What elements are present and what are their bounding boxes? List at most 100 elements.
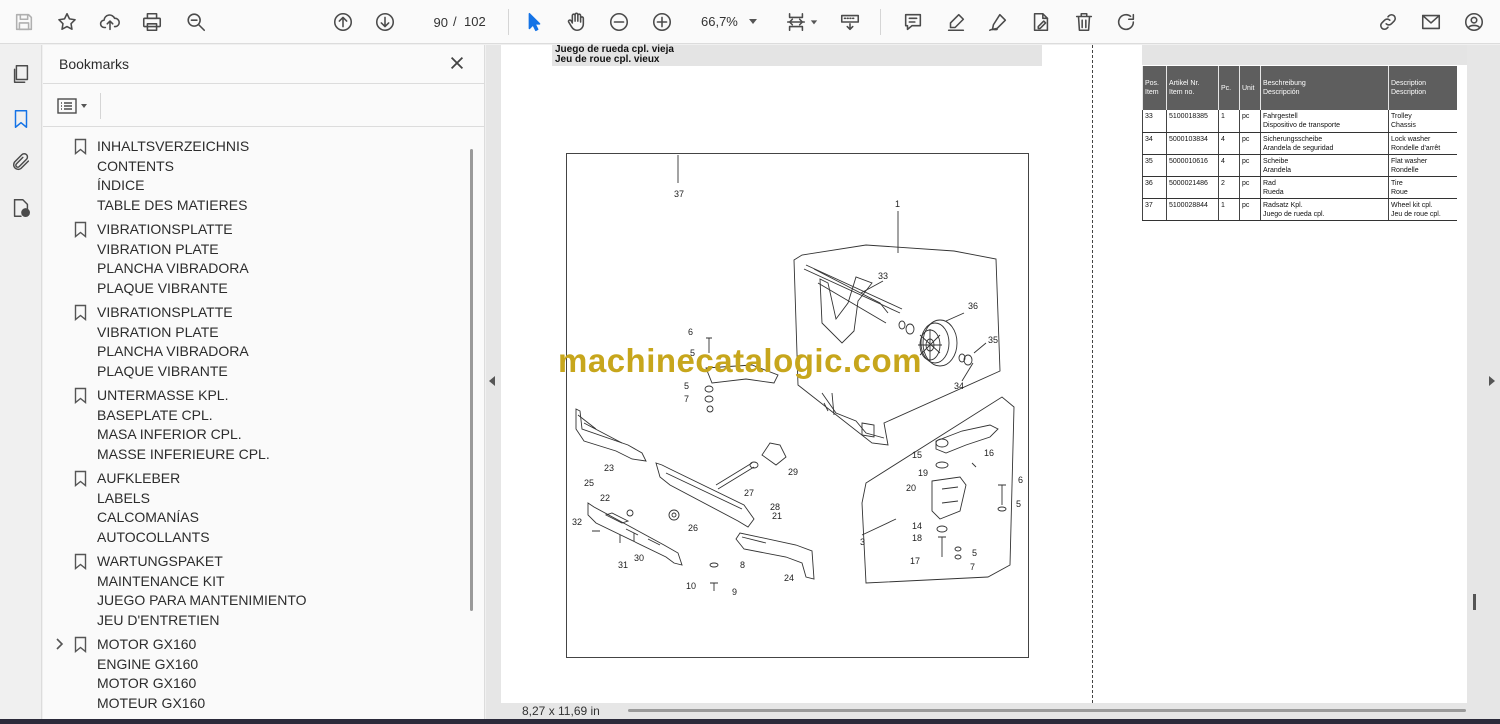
bookmark-item[interactable]: INHALTSVERZEICHNIS CONTENTS ÍNDICE TABLE DE… — [43, 137, 468, 215]
callout-number: 25 — [584, 478, 594, 488]
zoom-search-icon[interactable] — [181, 7, 211, 37]
callout-number: 18 — [912, 533, 922, 543]
bookmark-label: AUFKLEBER — [97, 470, 181, 486]
link-icon[interactable] — [1373, 7, 1403, 37]
print-icon[interactable] — [137, 7, 167, 37]
callout-number: 28 — [770, 502, 780, 512]
chevron-down-icon[interactable] — [808, 7, 820, 37]
vertical-scrollbar-thumb[interactable] — [1473, 594, 1476, 610]
cell-text: pc — [1242, 135, 1250, 143]
cell-text: Radsatz Kpl. — [1263, 201, 1303, 209]
cell-text: 2 — [1221, 179, 1225, 187]
callout-number: 6 — [688, 327, 693, 337]
mail-icon[interactable] — [1416, 7, 1446, 37]
page-number-input[interactable] — [414, 9, 448, 35]
zoom-in-icon[interactable] — [647, 7, 677, 37]
hand-icon[interactable] — [561, 7, 591, 37]
bookmark-options-button[interactable] — [57, 95, 93, 117]
table-cell: 36 — [1142, 176, 1167, 199]
collapse-left-icon[interactable] — [489, 376, 495, 386]
bookmark-label: UNTERMASSE KPL. — [97, 387, 229, 403]
table-cell: 37 — [1142, 198, 1167, 221]
cell-text: 35 — [1145, 157, 1153, 165]
table-cell: 33 — [1142, 110, 1167, 133]
table-cell: Tire Roue — [1388, 176, 1457, 199]
expand-right-icon[interactable] — [1489, 376, 1495, 386]
table-cell: 34 — [1142, 132, 1167, 155]
attachment-icon[interactable] — [8, 149, 34, 175]
star-icon[interactable] — [52, 7, 82, 37]
callout-number: 35 — [988, 335, 998, 345]
page-band — [1142, 45, 1467, 65]
divider — [100, 93, 101, 119]
cell-text: Arandela — [1263, 166, 1292, 174]
callout-number: 31 — [618, 560, 628, 570]
fill-sign-icon[interactable] — [1026, 7, 1056, 37]
scroll-mode-icon[interactable] — [835, 7, 865, 37]
cell-text: Rueda — [1263, 188, 1284, 196]
callout-number: 23 — [604, 463, 614, 473]
table-cell: Trolley Chassis — [1388, 110, 1457, 133]
chevron-down-icon — [81, 104, 87, 108]
pages-icon[interactable] — [8, 61, 34, 87]
callout-number: 27 — [744, 488, 754, 498]
cell-text: 34 — [1145, 135, 1153, 143]
callout-number: 20 — [906, 483, 916, 493]
watermark: machinecatalogic.com — [558, 342, 922, 379]
horizontal-scrollbar[interactable] — [628, 709, 1466, 712]
callout-number: 32 — [572, 517, 582, 527]
highlight-pen-icon[interactable] — [941, 7, 971, 37]
table-header-row: Pos. Item Artikel Nr. Item no. Pc. Unit Beschr… — [1142, 66, 1457, 110]
chevron-right-icon[interactable] — [54, 637, 66, 651]
upload-icon[interactable] — [95, 7, 125, 37]
page-total: 102 — [464, 14, 486, 29]
delete-icon[interactable] — [1069, 7, 1099, 37]
comment-icon[interactable] — [898, 7, 928, 37]
draw-icon[interactable] — [983, 7, 1013, 37]
table-cell: pc — [1239, 198, 1261, 221]
cell-text: Wheel kit cpl. — [1391, 201, 1433, 209]
bookmark-label: VIBRATION PLATE — [97, 240, 219, 257]
close-icon[interactable] — [448, 54, 468, 74]
header-text: Pos. — [1145, 80, 1160, 87]
callout-number: 10 — [686, 581, 696, 591]
panel-title: Bookmarks — [59, 56, 130, 72]
callout-number: 9 — [732, 587, 737, 597]
bookmark-item[interactable]: VIBRATIONSPLATTE VIBRATION PLATE PLANCHA V… — [43, 220, 468, 298]
page-down-icon[interactable] — [370, 7, 400, 37]
select-cursor-icon[interactable] — [519, 7, 549, 37]
header-text: Descripción — [1263, 89, 1300, 96]
panel-scrollbar-thumb[interactable] — [470, 149, 473, 611]
cell-text: Flat washer — [1391, 157, 1428, 165]
table-cell: Sicherungsscheibe Arandela de seguridad — [1260, 132, 1389, 155]
rotate-icon[interactable] — [1111, 7, 1141, 37]
page-fit-icon[interactable] — [781, 7, 811, 37]
cell-text: Chassis — [1391, 122, 1416, 129]
save-icon[interactable] — [9, 7, 39, 37]
properties-icon[interactable] — [8, 195, 34, 221]
bookmark-item[interactable]: MOTOR GX160 ENGINE GX160 MOTOR GX160 MOTEUR… — [43, 635, 468, 713]
table-cell: pc — [1239, 110, 1261, 133]
bookmark-item[interactable]: AUFKLEBER LABELS CALCOMANÍAS AUTOCOLLANTS — [43, 469, 468, 547]
zoom-select[interactable]: 66,7% — [695, 9, 765, 35]
table-cell: Lock washer Rondelle d'arrêt — [1388, 132, 1457, 155]
bookmark-label: ENGINE GX160 — [97, 655, 199, 672]
page-up-icon[interactable] — [328, 7, 358, 37]
bookmark-icon[interactable] — [8, 106, 34, 132]
header-text: Description — [1391, 89, 1427, 96]
page-size-label: 8,27 x 11,69 in — [522, 704, 600, 718]
bookmark-label: BASEPLATE CPL. — [97, 406, 213, 423]
bookmark-item[interactable]: UNTERMASSE KPL. BASEPLATE CPL. MASA INFERI… — [43, 386, 468, 464]
zoom-out-icon[interactable] — [604, 7, 634, 37]
cell-text: 1 — [1221, 201, 1225, 209]
bookmark-label: VIBRATIONSPLATTE — [97, 304, 233, 320]
bookmark-label: MOTOR GX160 — [97, 675, 197, 691]
bookmark-item[interactable]: WARTUNGSPAKET MAINTENANCE KIT JUEGO PARA M… — [43, 552, 468, 630]
divider — [43, 83, 485, 84]
account-icon[interactable] — [1459, 7, 1489, 37]
cell-text: Lock washer — [1391, 135, 1431, 143]
bookmark-item[interactable]: VIBRATIONSPLATTE VIBRATION PLATE PLANCHA V… — [43, 303, 468, 381]
cell-text: Rad — [1263, 179, 1276, 187]
header-text: Description — [1391, 80, 1427, 87]
callout-number: 6 — [1018, 475, 1023, 485]
